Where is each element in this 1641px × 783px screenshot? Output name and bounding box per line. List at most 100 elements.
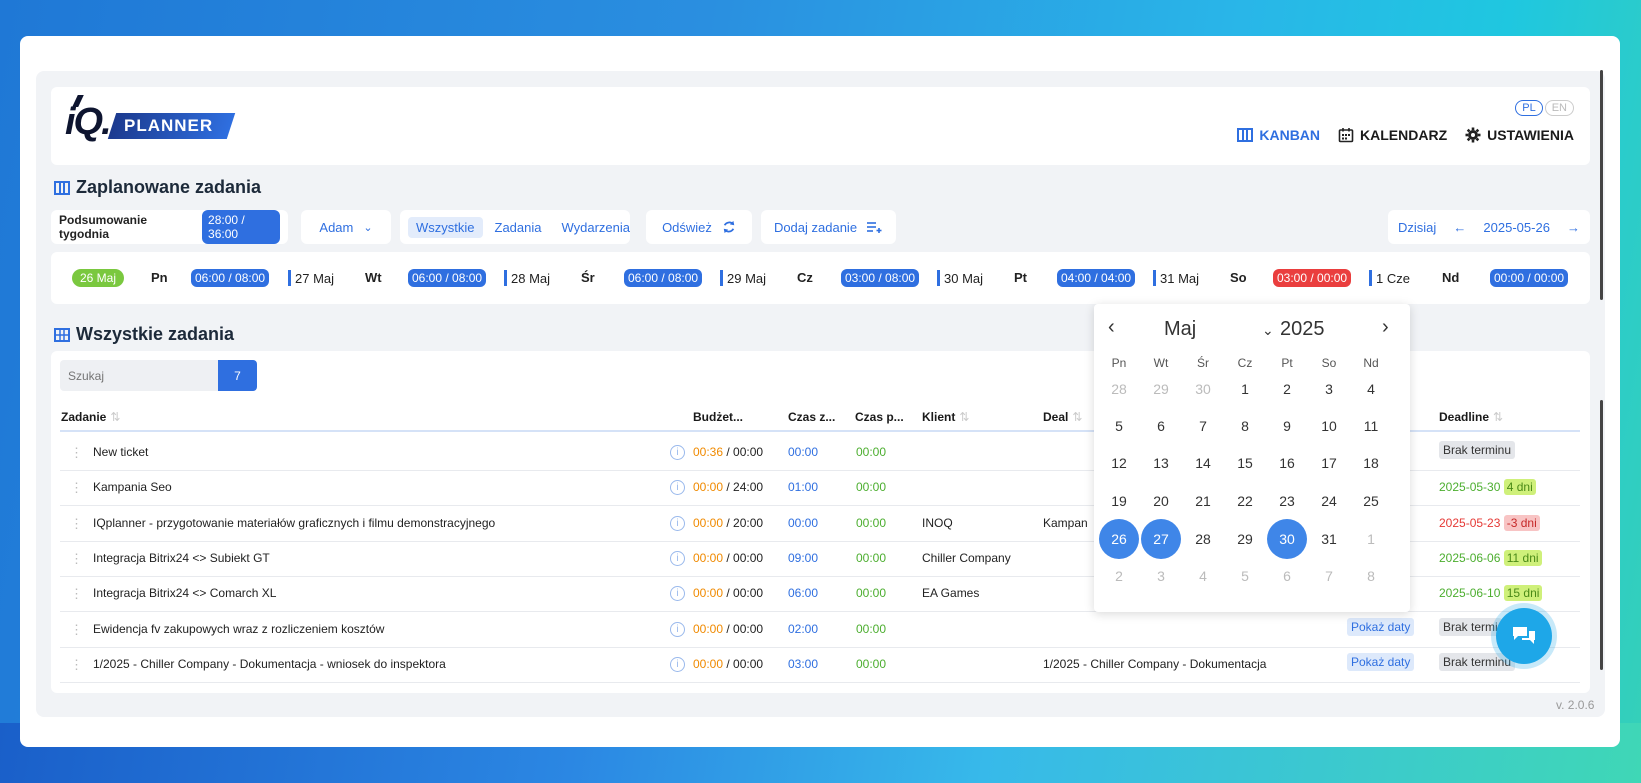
calendar-day[interactable]: 27 [1141,519,1181,559]
calendar-day[interactable]: 25 [1350,482,1392,520]
calendar-day[interactable]: 5 [1098,407,1140,445]
task-name[interactable]: IQplanner - przygotowanie materiałów gra… [93,516,495,530]
drag-handle-icon[interactable]: ⋮ [70,622,83,638]
calendar-day[interactable]: 7 [1308,557,1350,595]
calendar-day[interactable]: 18 [1350,444,1392,482]
calendar-day[interactable]: 1 [1350,520,1392,558]
info-icon[interactable]: i [670,515,685,531]
calendar-day[interactable]: 22 [1224,482,1266,520]
scrollbar-lower[interactable] [1600,400,1603,670]
calendar-day[interactable]: 28 [1098,370,1140,408]
year-select[interactable]: 2025 [1280,318,1325,341]
task-name[interactable]: Integracja Bitrix24 <> Comarch XL [93,586,276,600]
drag-handle-icon[interactable]: ⋮ [70,586,83,602]
day-date[interactable]: 28 Maj [504,270,550,286]
calendar-day[interactable]: 2 [1266,370,1308,408]
calendar-day[interactable]: 31 [1308,520,1350,558]
prev-month-icon[interactable]: ‹ [1108,316,1115,339]
filter-tasks[interactable]: Zadania [487,217,550,238]
calendar-day[interactable]: 7 [1182,407,1224,445]
calendar-day[interactable]: 12 [1098,444,1140,482]
current-date[interactable]: 2025-05-26 [1483,220,1550,235]
calendar-day[interactable]: 20 [1140,482,1182,520]
col-time-spent[interactable]: Czas p... [855,410,904,424]
calendar-day[interactable]: 15 [1224,444,1266,482]
lang-pl[interactable]: PL [1515,100,1543,116]
task-name[interactable]: Kampania Seo [93,480,172,494]
drag-handle-icon[interactable]: ⋮ [70,480,83,496]
refresh-button[interactable]: Odśwież [646,210,752,244]
info-icon[interactable]: i [670,479,685,496]
calendar-day[interactable]: 11 [1350,407,1392,445]
calendar-day[interactable]: 19 [1098,482,1140,520]
calendar-day[interactable]: 2 [1098,557,1140,595]
day-date-today[interactable]: 26 Maj [72,269,125,287]
table-row[interactable]: ⋮ 1/2025 - Chiller Company - Dokumentacja… [60,646,1580,683]
calendar-day[interactable]: 21 [1182,482,1224,520]
lang-en[interactable]: EN [1544,100,1574,116]
col-task[interactable]: Zadanie ⇅ [61,410,120,424]
task-name[interactable]: New ticket [93,445,148,459]
arrow-left-icon[interactable]: ← [1453,220,1466,235]
calendar-day[interactable]: 8 [1224,407,1266,445]
logo[interactable]: iQ. PLANNER [65,95,236,144]
arrow-right-icon[interactable]: → [1567,220,1580,235]
calendar-day[interactable]: 6 [1266,557,1308,595]
show-dates-button[interactable]: Pokaż daty [1347,617,1415,636]
info-icon[interactable]: i [670,550,685,566]
task-name[interactable]: 1/2025 - Chiller Company - Dokumentacja … [93,657,446,671]
nav-kanban[interactable]: KANBAN [1237,127,1320,143]
calendar-day[interactable]: 13 [1140,444,1182,482]
col-deal[interactable]: Deal ⇅ [1043,410,1082,424]
info-icon[interactable]: i [670,656,685,672]
task-name[interactable]: Integracja Bitrix24 <> Subiekt GT [93,551,270,565]
day-date[interactable]: 27 Maj [288,270,334,286]
day-date[interactable]: 30 Maj [937,270,983,286]
info-icon[interactable]: i [670,444,685,460]
table-row[interactable]: ⋮ Ewidencja fv zakupowych wraz z rozlicze… [60,611,1580,648]
nav-settings[interactable]: USTAWIENIA [1465,127,1574,143]
month-select[interactable]: Maj [1164,318,1196,341]
calendar-day[interactable]: 29 [1140,370,1182,408]
calendar-day[interactable]: 9 [1266,407,1308,445]
calendar-day[interactable]: 29 [1224,520,1266,558]
calendar-day[interactable]: 30 [1182,370,1224,408]
info-icon[interactable]: i [670,621,685,637]
drag-handle-icon[interactable]: ⋮ [70,657,83,673]
calendar-day[interactable]: 4 [1182,557,1224,595]
calendar-day[interactable]: 28 [1182,520,1224,558]
nav-calendar[interactable]: KALENDARZ [1338,127,1447,143]
search-input[interactable] [60,360,220,391]
calendar-day[interactable]: 16 [1266,444,1308,482]
drag-handle-icon[interactable]: ⋮ [70,445,83,461]
calendar-day[interactable]: 17 [1308,444,1350,482]
deal-name[interactable]: Kampan [1043,516,1088,530]
calendar-day[interactable]: 24 [1308,482,1350,520]
day-date[interactable]: 29 Maj [720,270,766,286]
col-time-planned[interactable]: Czas z... [788,410,835,424]
show-dates-button[interactable]: Pokaż daty [1347,652,1415,671]
calendar-day[interactable]: 6 [1140,407,1182,445]
col-deadline[interactable]: Deadline ⇅ [1439,410,1503,424]
filter-all[interactable]: Wszystkie [408,216,483,238]
drag-handle-icon[interactable]: ⋮ [70,551,83,567]
user-select[interactable]: Adam ⌄ [301,210,391,244]
calendar-day[interactable]: 3 [1308,370,1350,408]
calendar-day[interactable]: 4 [1350,370,1392,408]
calendar-day[interactable]: 23 [1266,482,1308,520]
drag-handle-icon[interactable]: ⋮ [70,516,83,532]
col-budget[interactable]: Budżet... [693,410,743,424]
task-name[interactable]: Ewidencja fv zakupowych wraz z rozliczen… [93,622,384,636]
add-task-button[interactable]: Dodaj zadanie [761,210,896,244]
calendar-day[interactable]: 10 [1308,407,1350,445]
filter-events[interactable]: Wydarzenia [553,217,638,238]
info-icon[interactable]: i [670,585,685,602]
calendar-day[interactable]: 30 [1267,519,1307,559]
calendar-day[interactable]: 8 [1350,557,1392,595]
deal-name[interactable]: 1/2025 - Chiller Company - Dokumentacja [1043,657,1266,671]
day-date[interactable]: 31 Maj [1153,270,1199,286]
col-client[interactable]: Klient ⇅ [922,410,969,424]
next-month-icon[interactable]: › [1382,316,1389,339]
calendar-day[interactable]: 26 [1099,519,1139,559]
calendar-day[interactable]: 1 [1224,370,1266,408]
